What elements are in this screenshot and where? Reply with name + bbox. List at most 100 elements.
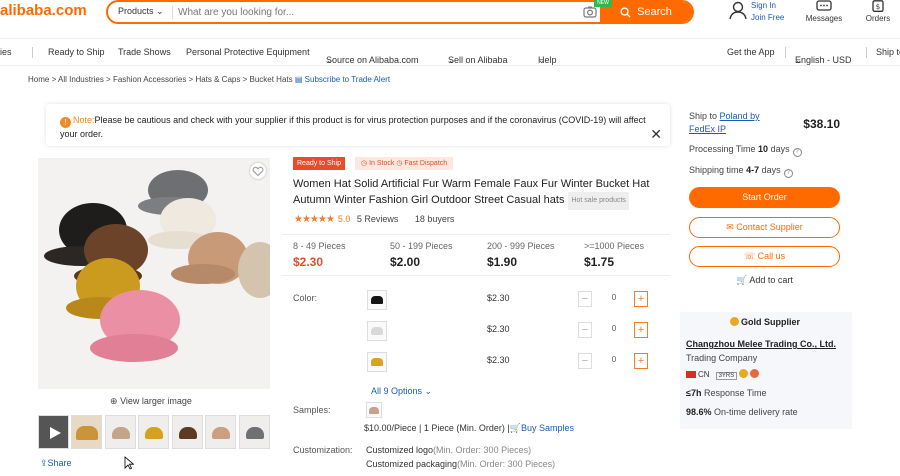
variant-price: $2.30 [487,324,510,334]
thumbnail-image[interactable] [239,415,270,449]
increase-button[interactable]: + [634,291,648,307]
thumbnail-image[interactable] [138,415,169,449]
search-category-select[interactable]: Products ⌄ [118,6,164,17]
view-larger-label: View larger image [120,396,192,406]
decrease-button[interactable]: − [578,353,592,369]
decrease-button[interactable]: − [578,322,592,338]
contact-supplier-button[interactable]: ✉ Contact Supplier [689,217,840,238]
buy-samples-label: Buy Samples [520,423,574,433]
close-icon[interactable]: ✕ [650,126,662,143]
view-larger-link[interactable]: ⊕ View larger image [110,396,192,407]
sign-in-link[interactable]: Sign In [751,1,776,10]
chevron-down-icon: ⌄ [448,55,456,65]
thumbnail-image[interactable] [105,415,136,449]
clock-icon: ◷ [396,160,403,167]
hat-icon [369,407,379,414]
messages-button[interactable]: Messages [800,0,848,23]
all-options-label: All 9 Options [371,386,423,396]
on-time-delivery: 98.6% On-time delivery rate [686,407,798,417]
increase-button[interactable]: + [634,353,648,369]
ship-carrier-link[interactable]: FedEx IP [689,124,726,134]
breadcrumb-industries[interactable]: All Industries [58,75,104,84]
hot-sale-tag: Hot sale products [568,192,629,210]
delivery-label: On-time delivery rate [714,407,798,417]
search-input[interactable] [178,3,583,21]
price-tier: >=1000 Pieces $1.75 [584,241,644,269]
all-options-link[interactable]: All 9 Options ⌄ [371,386,432,397]
thumbnail-image[interactable] [172,415,203,449]
color-swatch-white[interactable] [367,321,387,341]
processing-time: Processing Time 10 days? [689,144,802,157]
account-menu[interactable]: Sign In Join Free [728,0,786,24]
start-order-button[interactable]: Start Order [689,187,840,208]
join-free-link[interactable]: Join Free [751,13,784,22]
tier-price: $1.90 [487,255,518,269]
add-to-cart-button[interactable]: 🛒 Add to cart [689,275,840,286]
supplier-country: CN [698,370,710,379]
sample-price-text: $10.00/Piece | 1 Piece (Min. Order) | [364,423,510,433]
ship-country-link[interactable]: Poland by [720,111,760,121]
quantity-value[interactable]: 0 [596,355,632,364]
breadcrumb-home[interactable]: Home [28,75,49,84]
response-value: ≤7h [686,388,702,398]
delivery-value: 98.6% [686,407,712,417]
orders-button[interactable]: $ Orders [858,0,898,23]
alibaba-logo[interactable]: alibaba.com [0,2,87,19]
nav-trade-shows[interactable]: Trade Shows [118,47,171,57]
hat-icon [371,358,383,366]
breadcrumb-fashion[interactable]: Fashion Accessories [113,75,186,84]
favorite-button[interactable] [250,163,266,179]
ready-to-ship-badge: Ready to Ship [293,157,345,170]
chevron-down-icon: ⌄ [326,55,334,65]
increase-button[interactable]: + [634,322,648,338]
shipping-time: Shipping time 4-7 days? [689,165,793,178]
custom-logo-label: Customized logo [366,445,434,455]
color-swatch-black[interactable] [367,290,387,310]
tier-price: $1.75 [584,255,615,269]
nav-ppe[interactable]: Personal Protective Equipment [186,47,310,57]
quantity-value[interactable]: 0 [596,324,632,333]
tier-qty: 8 - 49 Pieces [293,241,346,251]
color-swatch-yellow[interactable] [367,352,387,372]
nav-get-app[interactable]: Get the App [727,47,775,57]
subscribe-alert-link[interactable]: ▤ Subscribe to Trade Alert [295,75,390,84]
heart-icon [252,166,264,177]
product-main-image[interactable] [38,158,270,389]
in-stock-label: In Stock [369,160,395,167]
price-tier: 50 - 199 Pieces $2.00 [390,241,453,269]
search-divider [172,6,173,19]
supplier-years: 3YRS [715,372,738,380]
help-icon[interactable]: ? [792,148,802,157]
nav-categories[interactable]: ies [0,47,12,57]
thumbnail-video[interactable] [38,415,69,449]
breadcrumb-hats[interactable]: Hats & Caps [195,75,240,84]
chevron-down-icon: ⌄ [795,55,803,65]
call-us-button[interactable]: ☏ Call us [689,246,840,267]
thumbnail-image[interactable] [205,415,236,449]
svg-text:$: $ [876,3,880,11]
orders-icon: $ [872,0,884,12]
supplier-card: Gold Supplier Changzhou Melee Trading Co… [680,312,852,429]
tier-qty: 50 - 199 Pieces [390,241,453,251]
reviews-link[interactable]: 5 Reviews [357,214,399,224]
buy-samples-link[interactable]: 🛒Buy Samples [510,423,574,433]
calendar-icon: ▤ [294,75,303,84]
thumbnail-image[interactable] [71,415,102,449]
supplier-name-link[interactable]: Changzhou Melee Trading Co., Ltd. [686,339,836,349]
quantity-stepper: −0 + [578,353,650,369]
search-button[interactable]: Search [600,2,692,22]
nav-source-label: Source on Alibaba.com [326,55,419,65]
tier-qty: >=1000 Pieces [584,241,645,251]
quantity-value[interactable]: 0 [596,293,632,302]
nav-ready-to-ship[interactable]: Ready to Ship [48,47,105,57]
response-label: Response Time [703,388,767,398]
nav-ship-to[interactable]: Ship to [876,47,900,57]
decrease-button[interactable]: − [578,291,592,307]
phone-icon: ☏ [743,251,756,261]
clock-icon: ◷ [361,160,368,167]
top-nav: ies Ready to Ship Trade Shows Personal P… [0,38,900,66]
share-link[interactable]: ⇪Share [40,458,72,469]
rating-row: ★★★★★ 5.0 5 Reviews 18 buyers [294,214,454,225]
help-icon[interactable]: ? [783,169,793,178]
breadcrumb-bucket-hats[interactable]: Bucket Hats [249,75,292,84]
